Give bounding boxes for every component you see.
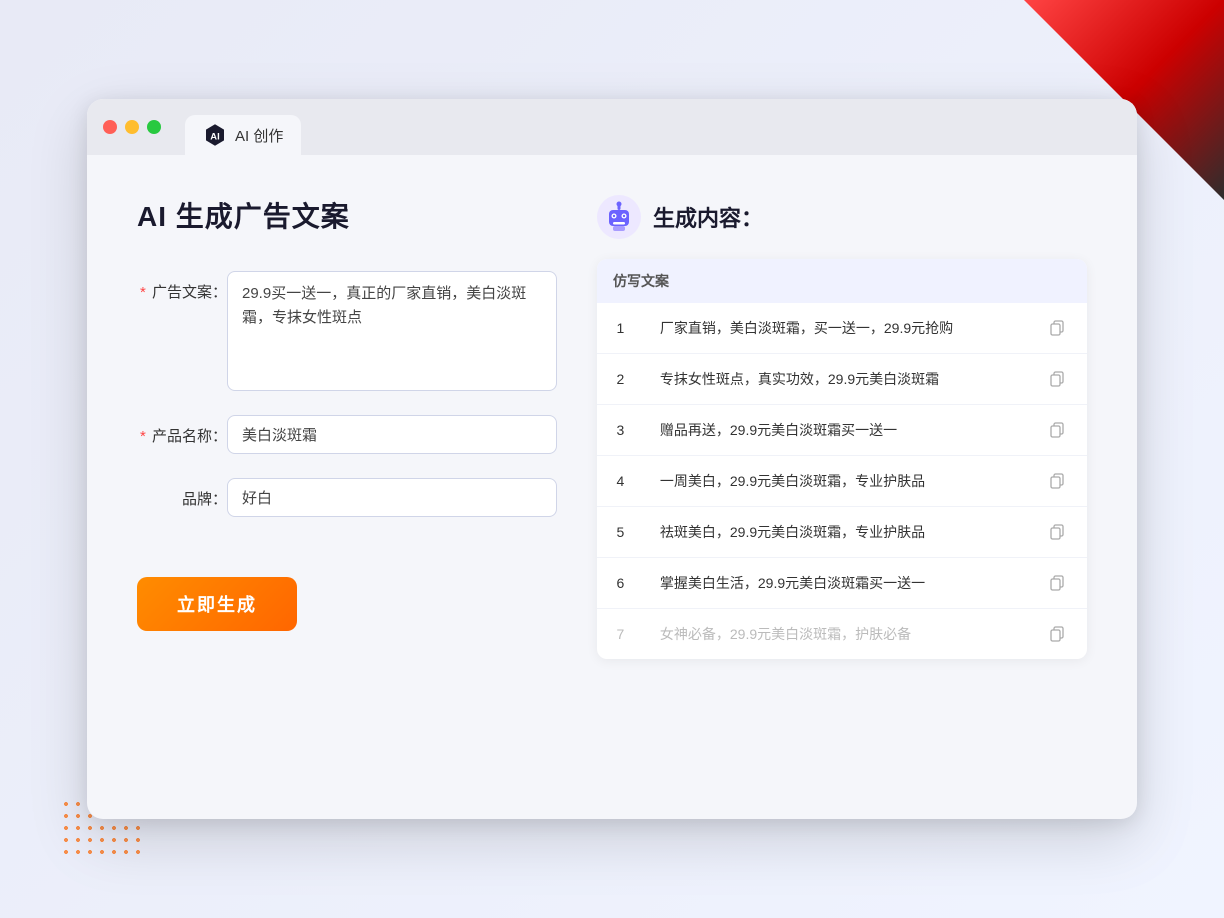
browser-window: AI AI 创作 AI 生成广告文案 * 广告文案： 29.9买一送一，真正的厂… (87, 99, 1137, 819)
ad-copy-group: * 广告文案： 29.9买一送一，真正的厂家直销，美白淡斑霜，专抹女性斑点 (137, 271, 557, 391)
copy-cell (1027, 507, 1087, 558)
ad-copy-required-star: * (140, 284, 146, 301)
row-number: 2 (597, 354, 644, 405)
close-button[interactable] (103, 120, 117, 134)
row-number: 3 (597, 405, 644, 456)
browser-chrome: AI AI 创作 (87, 99, 1137, 155)
results-table: 仿写文案 1厂家直销，美白淡斑霜，买一送一，29.9元抢购 2专抹女性斑点，真实… (597, 259, 1087, 659)
row-text: 女神必备，29.9元美白淡斑霜，护肤必备 (644, 609, 1027, 660)
ai-tab-icon: AI (203, 123, 227, 147)
copy-button[interactable] (1043, 569, 1071, 597)
row-text: 赠品再送，29.9元美白淡斑霜买一送一 (644, 405, 1027, 456)
ad-copy-input[interactable]: 29.9买一送一，真正的厂家直销，美白淡斑霜，专抹女性斑点 (227, 271, 557, 391)
maximize-button[interactable] (147, 120, 161, 134)
row-number: 4 (597, 456, 644, 507)
copy-button[interactable] (1043, 518, 1071, 546)
copy-cell (1027, 405, 1087, 456)
browser-tab[interactable]: AI AI 创作 (185, 115, 301, 155)
minimize-button[interactable] (125, 120, 139, 134)
copy-button[interactable] (1043, 416, 1071, 444)
robot-icon (597, 195, 641, 239)
ad-copy-label: * 广告文案： (137, 271, 227, 302)
table-row: 3赠品再送，29.9元美白淡斑霜买一送一 (597, 405, 1087, 456)
table-row: 2专抹女性斑点，真实功效，29.9元美白淡斑霜 (597, 354, 1087, 405)
row-text: 掌握美白生活，29.9元美白淡斑霜买一送一 (644, 558, 1027, 609)
brand-label: 品牌： (137, 478, 227, 509)
brand-label-text: 品牌： (182, 491, 227, 508)
product-name-group: * 产品名称： (137, 415, 557, 454)
row-text: 一周美白，29.9元美白淡斑霜，专业护肤品 (644, 456, 1027, 507)
results-header: 生成内容： (597, 195, 1087, 239)
traffic-lights (103, 120, 161, 134)
table-header: 仿写文案 (597, 259, 1087, 303)
copy-cell (1027, 303, 1087, 354)
copy-cell (1027, 558, 1087, 609)
product-name-input[interactable] (227, 415, 557, 454)
generate-button[interactable]: 立即生成 (137, 577, 297, 631)
copy-button[interactable] (1043, 467, 1071, 495)
svg-text:AI: AI (210, 130, 219, 141)
table-row: 6掌握美白生活，29.9元美白淡斑霜买一送一 (597, 558, 1087, 609)
product-name-label: * 产品名称： (137, 415, 227, 446)
table-row: 4一周美白，29.9元美白淡斑霜，专业护肤品 (597, 456, 1087, 507)
right-panel: 生成内容： 仿写文案 1厂家直销，美白淡斑霜，买一送一，29.9元抢购 2专抹女… (597, 195, 1087, 779)
results-title: 生成内容： (653, 201, 763, 233)
copy-button[interactable] (1043, 365, 1071, 393)
product-name-label-text: 产品名称： (152, 428, 227, 445)
copy-cell (1027, 354, 1087, 405)
row-number: 7 (597, 609, 644, 660)
copy-cell (1027, 456, 1087, 507)
row-text: 专抹女性斑点，真实功效，29.9元美白淡斑霜 (644, 354, 1027, 405)
browser-content: AI 生成广告文案 * 广告文案： 29.9买一送一，真正的厂家直销，美白淡斑霜… (87, 155, 1137, 819)
row-text: 厂家直销，美白淡斑霜，买一送一，29.9元抢购 (644, 303, 1027, 354)
row-number: 1 (597, 303, 644, 354)
tab-label: AI 创作 (235, 125, 283, 146)
brand-input[interactable] (227, 478, 557, 517)
copy-button[interactable] (1043, 314, 1071, 342)
table-row: 7女神必备，29.9元美白淡斑霜，护肤必备 (597, 609, 1087, 660)
table-row: 1厂家直销，美白淡斑霜，买一送一，29.9元抢购 (597, 303, 1087, 354)
row-text: 祛斑美白，29.9元美白淡斑霜，专业护肤品 (644, 507, 1027, 558)
brand-group: 品牌： (137, 478, 557, 517)
ad-copy-label-text: 广告文案： (152, 284, 227, 301)
copy-cell (1027, 609, 1087, 660)
table-row: 5祛斑美白，29.9元美白淡斑霜，专业护肤品 (597, 507, 1087, 558)
row-number: 6 (597, 558, 644, 609)
page-title: AI 生成广告文案 (137, 195, 557, 235)
copy-button[interactable] (1043, 620, 1071, 648)
product-name-required-star: * (140, 428, 146, 445)
left-panel: AI 生成广告文案 * 广告文案： 29.9买一送一，真正的厂家直销，美白淡斑霜… (137, 195, 557, 779)
row-number: 5 (597, 507, 644, 558)
